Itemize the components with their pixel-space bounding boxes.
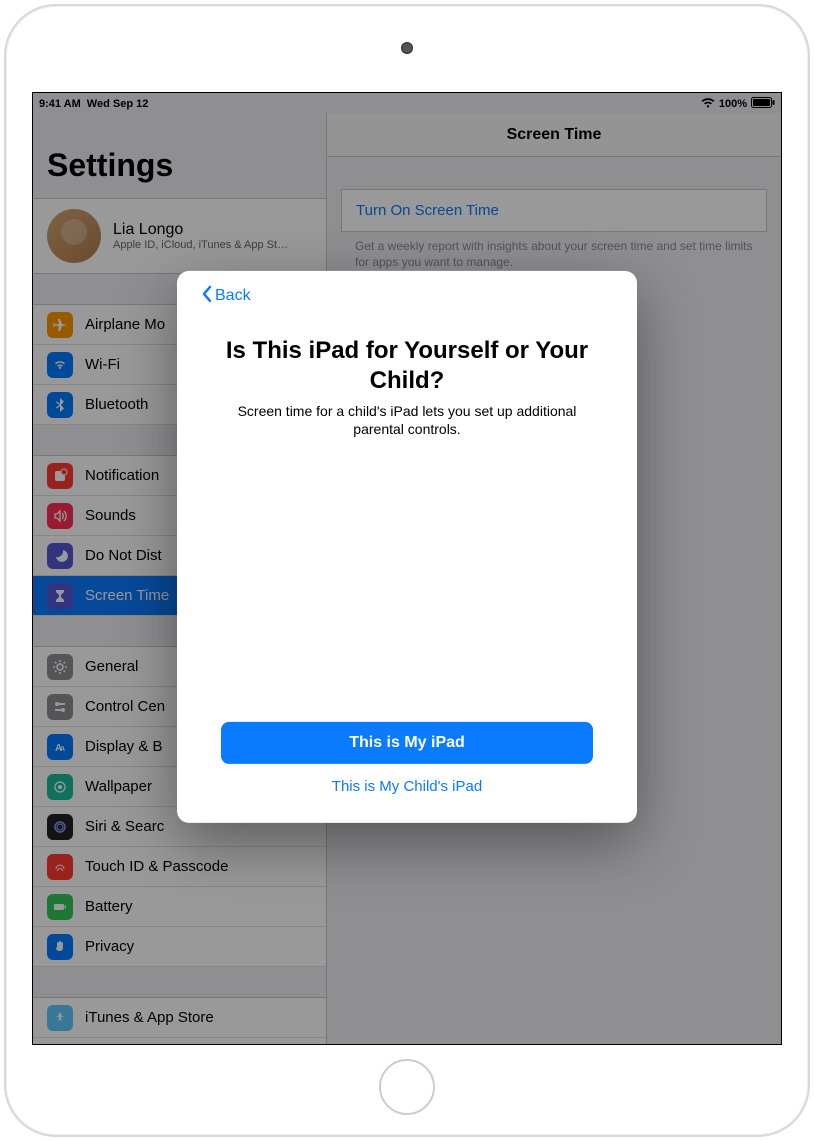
modal-subtitle: Screen time for a child's iPad lets you …	[201, 401, 613, 439]
ipad-frame: 9:41 AM Wed Sep 12 100% Settings	[4, 4, 810, 1137]
back-label: Back	[215, 287, 251, 305]
this-is-my-childs-ipad-button[interactable]: This is My Child's iPad	[201, 763, 613, 798]
this-is-my-ipad-button[interactable]: This is My iPad	[221, 721, 593, 763]
chevron-left-icon	[201, 284, 213, 307]
camera-dot	[401, 42, 413, 54]
screentime-setup-modal: Back Is This iPad for Yourself or Your C…	[177, 270, 637, 822]
modal-title: Is This iPad for Yourself or Your Child?	[201, 335, 613, 395]
home-button[interactable]	[379, 1059, 435, 1115]
screen: 9:41 AM Wed Sep 12 100% Settings	[32, 92, 782, 1045]
back-button[interactable]: Back	[201, 284, 251, 307]
